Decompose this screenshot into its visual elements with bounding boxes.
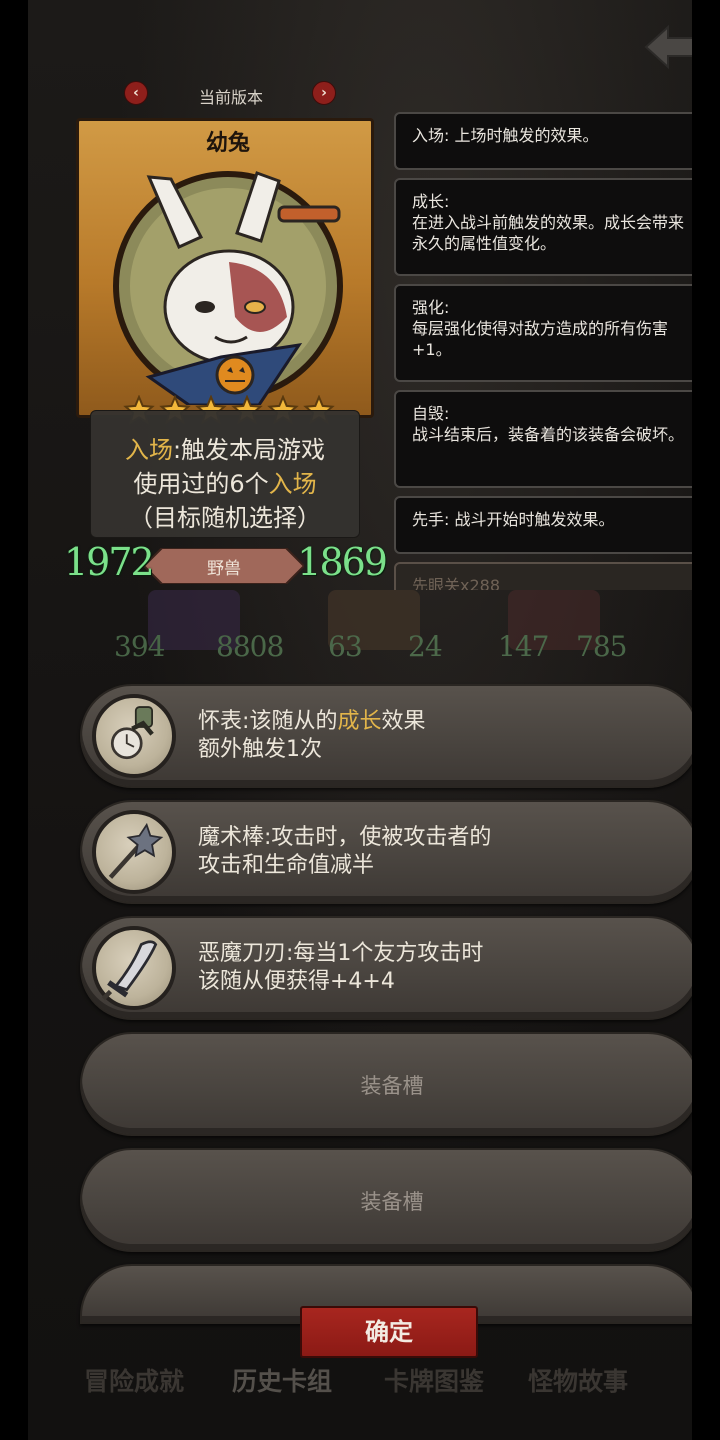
tribe-label: 野兽	[207, 559, 241, 579]
tooltip-title: 先手: 战斗开始时触发效果。	[412, 510, 615, 529]
equipment-name: 怀表	[198, 709, 243, 734]
rabbit-portrait-icon	[113, 171, 343, 405]
tab-adventure-achievements[interactable]: 冒险成就	[84, 1362, 184, 1398]
tooltip-growth: 成长: 在进入战斗前触发的效果。成长会带来永久的属性值变化。	[394, 178, 692, 276]
card-frame: 幼兔	[76, 118, 374, 425]
tab-history-decks[interactable]: 历史卡组	[232, 1362, 332, 1398]
tab-monster-stories[interactable]: 怪物故事	[528, 1362, 628, 1398]
equipment-effect-text: 效果	[381, 709, 426, 734]
card-description-text: :触发本局游戏	[172, 436, 326, 464]
equipment-description-line-2: 攻击和生命值减半	[198, 853, 375, 878]
equipment-description-line-1: 怀表:该随从的成长效果	[198, 708, 678, 736]
tooltip-partial: 先眼关x288	[394, 562, 692, 590]
health-value: 1869	[297, 540, 388, 584]
equipment-description-line-2: 额外触发1次	[198, 737, 322, 762]
mini-health-value: 785	[576, 630, 627, 663]
mini-card-row: 394 8808 63 24 147 785	[114, 590, 658, 694]
tooltip-self-destruct: 自毁: 战斗结束后，装备着的该装备会破坏。	[394, 390, 692, 488]
tooltip-first-strike: 先手: 战斗开始时触发效果。	[394, 496, 692, 554]
keyword-entry: 入场	[268, 470, 317, 498]
equipment-description: 魔术棒:攻击时，使被攻击者的 攻击和生命值减半	[198, 824, 678, 880]
equipment-item-demon-blade[interactable]: 恶魔刀刃:每当1个友方攻击时 该随从便获得+4+4	[80, 916, 692, 1020]
card-description-line-1: 入场:触发本局游戏	[91, 433, 359, 467]
empty-equipment-slot[interactable]: 装备槽	[80, 1148, 692, 1252]
mini-health-value: 8808	[216, 630, 284, 663]
tooltip-title: 成长:	[412, 192, 450, 211]
slot-label: 装备槽	[360, 1190, 424, 1214]
attack-value: 1972	[64, 540, 155, 584]
mini-attack-value: 63	[328, 630, 363, 663]
version-label: 当前版本	[198, 88, 263, 107]
version-prev-button[interactable]: ‹	[124, 81, 148, 105]
equipment-item-magic-wand[interactable]: 魔术棒:攻击时，使被攻击者的 攻击和生命值减半	[80, 800, 692, 904]
equipment-description-line-1: 恶魔刀刃:每当1个友方攻击时	[198, 941, 484, 966]
keyword-growth: 成长	[337, 709, 382, 734]
tooltip-body: 战斗结束后，装备着的该装备会破坏。	[412, 425, 685, 444]
bottom-tab-bar: 冒险成就 历史卡组 卡牌图鉴 怪物故事	[84, 1356, 692, 1400]
equipment-description: 怀表:该随从的成长效果 额外触发1次	[198, 708, 678, 764]
card-description-line-3: （目标随机选择）	[129, 504, 321, 532]
magic-wand-icon	[92, 810, 176, 894]
mini-attack-value: 394	[114, 630, 165, 663]
tooltip-body: 每层强化使得对敌方造成的所有伤害+1。	[412, 319, 669, 359]
confirm-button[interactable]: 确定	[300, 1306, 478, 1358]
demon-blade-icon	[92, 926, 176, 1010]
tooltip-title: 强化:	[412, 298, 450, 317]
equipment-description: 恶魔刀刃:每当1个友方攻击时 该随从便获得+4+4	[198, 940, 678, 996]
minion-card: 幼兔 入场:触发本局游戏 使用过的6个入场 （目标随机选择） 野兽 1972 1…	[64, 118, 388, 586]
version-selector: ‹ 当前版本 ›	[124, 80, 338, 108]
card-description-line-2: 使用过的6个入场	[91, 467, 359, 501]
tooltip-entry: 入场: 上场时触发的效果。	[394, 112, 692, 170]
equipment-item-pocket-watch[interactable]: 怀表:该随从的成长效果 额外触发1次	[80, 684, 692, 788]
tooltip-title: 自毁:	[412, 404, 450, 423]
card-description-text: 使用过的6个	[133, 470, 269, 498]
equipment-effect-text: 该随从的	[249, 709, 338, 734]
tooltip-title: 入场: 上场时触发的效果。	[412, 126, 599, 145]
card-description: 入场:触发本局游戏 使用过的6个入场 （目标随机选择）	[90, 410, 360, 538]
tooltip-body: 在进入战斗前触发的效果。成长会带来永久的属性值变化。	[412, 213, 685, 253]
back-arrow-icon[interactable]	[642, 22, 692, 72]
tooltip-title: 先眼关x288	[412, 576, 501, 590]
slot-label: 装备槽	[360, 1074, 424, 1098]
empty-equipment-slot[interactable]: 装备槽	[80, 1032, 692, 1136]
pocket-watch-icon	[92, 694, 176, 778]
equipment-description-line-2: 该随从便获得+4+4	[198, 969, 395, 994]
keyword-tooltip-list: 入场: 上场时触发的效果。 成长: 在进入战斗前触发的效果。成长会带来永久的属性…	[394, 112, 692, 590]
mini-health-value: 24	[408, 630, 443, 663]
tooltip-empower: 强化: 每层强化使得对敌方造成的所有伤害+1。	[394, 284, 692, 382]
card-stats: 野兽 1972 1869	[64, 538, 388, 590]
version-next-button[interactable]: ›	[312, 81, 336, 105]
equipment-description-line-1: 魔术棒:攻击时，使被攻击者的	[198, 825, 492, 850]
keyword-entry: 入场	[124, 436, 173, 464]
mini-attack-value: 147	[498, 630, 549, 663]
card-name: 幼兔	[205, 131, 250, 156]
game-screen: ‹ 当前版本 › 幼兔 入场:触发本局游戏 使用过的6个入场 （目标随机选择） …	[28, 0, 692, 1440]
tab-card-collection[interactable]: 卡牌图鉴	[384, 1362, 484, 1398]
